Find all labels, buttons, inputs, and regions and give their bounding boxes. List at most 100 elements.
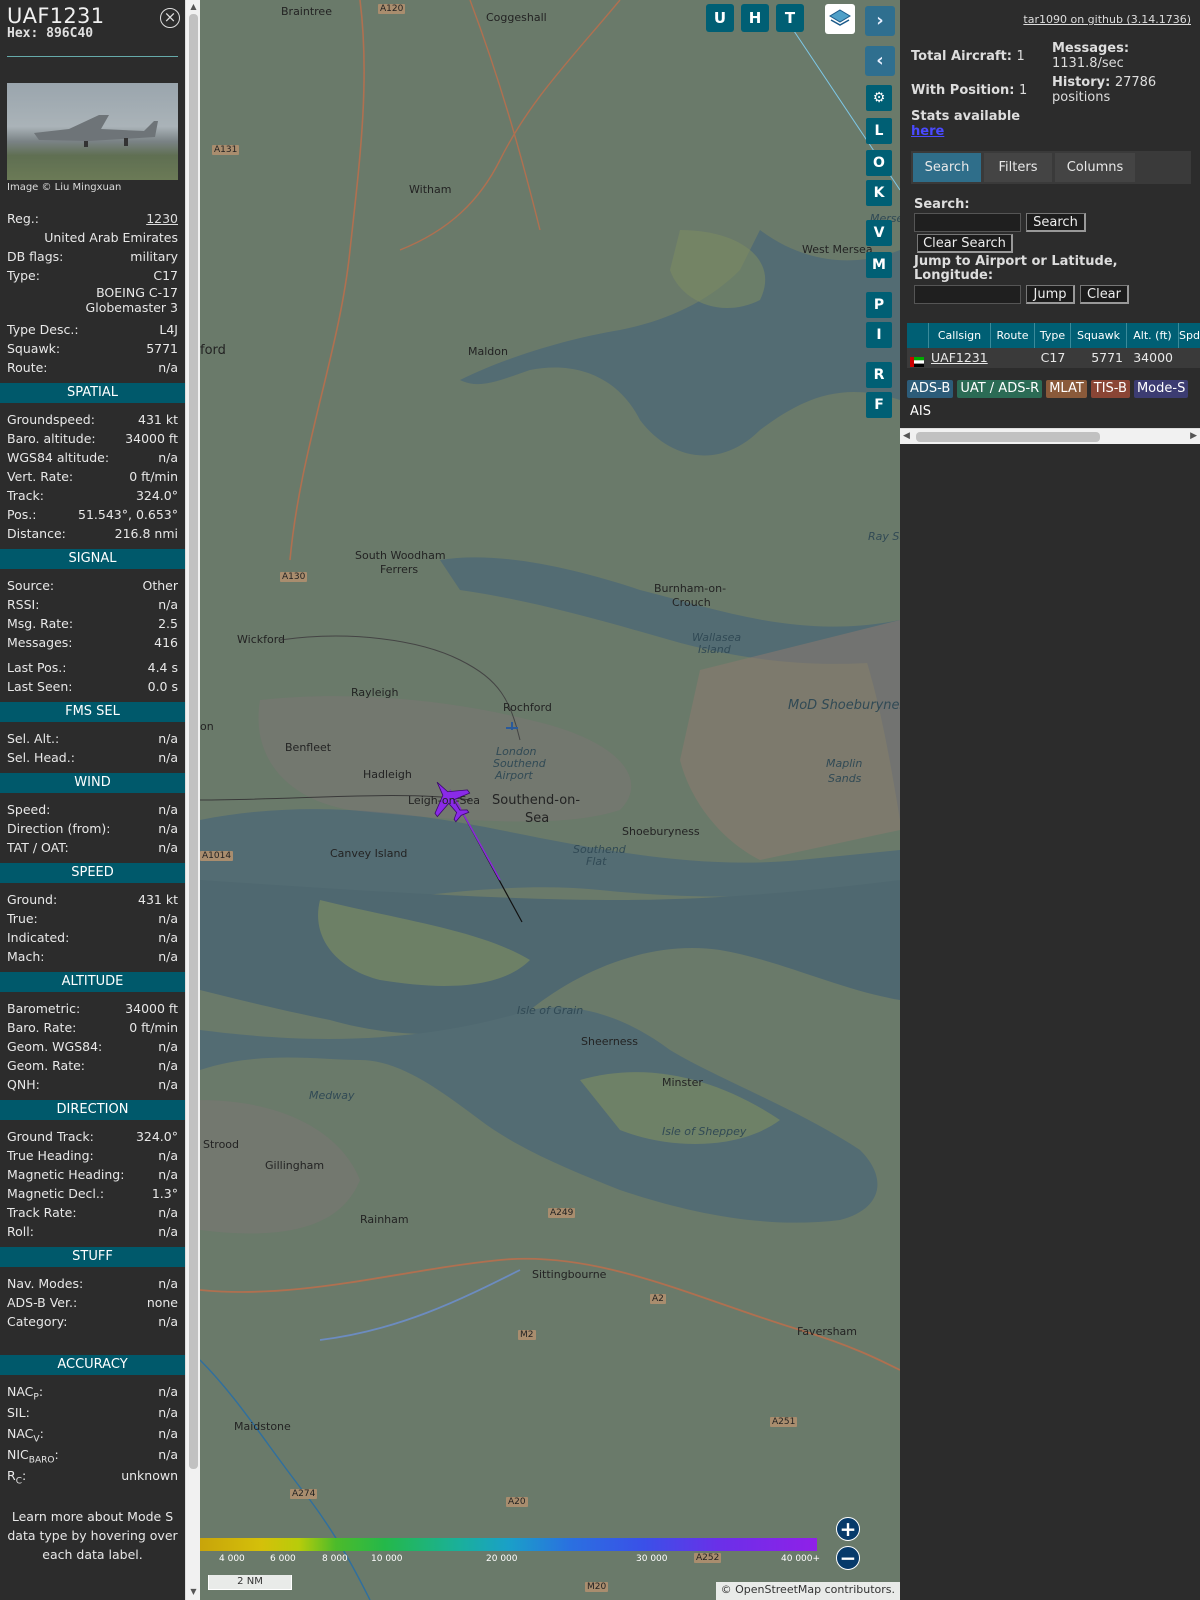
- close-icon[interactable]: ×: [160, 8, 180, 28]
- col-type[interactable]: Type: [1035, 323, 1071, 348]
- jump-button[interactable]: Jump: [1026, 285, 1075, 304]
- row-route: [991, 348, 1035, 368]
- map-button-h[interactable]: H: [741, 4, 769, 32]
- signal-value: n/a: [158, 597, 178, 612]
- fms-value: n/a: [158, 731, 178, 746]
- hscroll-thumb[interactable]: [916, 432, 1100, 442]
- source-tag: MLAT: [1046, 380, 1087, 398]
- legend-tick-label: 4 000: [219, 1554, 245, 1564]
- section-signal: SIGNAL: [0, 549, 185, 569]
- tab-columns[interactable]: Columns: [1055, 153, 1135, 182]
- map-button-v[interactable]: V: [866, 220, 892, 246]
- search-input[interactable]: [914, 213, 1021, 232]
- source-type-legend: ADS-B UAT / ADS-R MLAT TIS-B Mode-S AIS: [907, 380, 1197, 426]
- map-button-f[interactable]: F: [866, 392, 892, 418]
- map-button-i[interactable]: I: [866, 322, 892, 348]
- scroll-left-icon[interactable]: ◀: [903, 431, 910, 441]
- altitude-row: QNH: n/a: [0, 1075, 185, 1094]
- altitude-legend-ticks: 4 000 6 000 8 000 10 000 20 000 30 000 40 000+: [200, 1552, 840, 1566]
- spatial-label: Baro. altitude:: [7, 431, 96, 446]
- spatial-value: 431 kt: [138, 412, 178, 427]
- zoom-out-icon[interactable]: −: [836, 1546, 860, 1570]
- altitude-color-legend: [200, 1538, 817, 1551]
- map-button-k[interactable]: K: [866, 180, 892, 206]
- scroll-up-icon[interactable]: ▲: [188, 2, 199, 12]
- footnote: Learn more about Mode S data type by hov…: [7, 1509, 178, 1562]
- col-speed[interactable]: Spd: [1179, 323, 1200, 348]
- speed-value: n/a: [158, 930, 178, 945]
- nacv-value: n/a: [158, 1426, 178, 1441]
- direction-row: Magnetic Decl.: 1.3°: [0, 1184, 185, 1203]
- map-button-o[interactable]: O: [866, 150, 892, 176]
- spatial-row: Baro. altitude: 34000 ft: [0, 429, 185, 448]
- col-squawk[interactable]: Squawk: [1071, 323, 1127, 348]
- section-stuff: STUFF: [0, 1247, 185, 1267]
- altitude-label: Geom. Rate:: [7, 1058, 86, 1073]
- col-callsign[interactable]: Callsign: [929, 323, 991, 348]
- uae-flag-icon: [907, 348, 929, 368]
- aircraft-list-panel: tar1090 on github (3.14.1736) Total Airc…: [900, 0, 1200, 1600]
- map-button-p[interactable]: P: [866, 292, 892, 318]
- history-label: History:: [1052, 75, 1111, 90]
- chevron-right-icon[interactable]: ›: [865, 6, 895, 36]
- spatial-row: Vert. Rate: 0 ft/min: [0, 467, 185, 486]
- clear-search-button[interactable]: Clear Search: [917, 234, 1013, 253]
- map-label: Sheerness: [581, 1035, 639, 1048]
- scrollbar-thumb[interactable]: [189, 14, 198, 1469]
- spatial-label: Track:: [7, 488, 44, 503]
- map-button-r[interactable]: R: [866, 362, 892, 388]
- stuff-value: none: [146, 1295, 178, 1310]
- map-label: Hadleigh: [363, 768, 412, 781]
- row-callsign[interactable]: UAF1231: [929, 348, 991, 368]
- fms-value: n/a: [158, 750, 178, 765]
- map-button-u[interactable]: U: [706, 4, 734, 32]
- settings-gear-icon[interactable]: ⚙: [866, 85, 892, 111]
- speed-label: Indicated:: [7, 930, 70, 945]
- signal-label: Msg. Rate:: [7, 616, 74, 631]
- jump-input[interactable]: [914, 285, 1021, 304]
- nacv-label: NACV:: [7, 1426, 44, 1445]
- direction-row: Ground Track: 324.0°: [0, 1127, 185, 1146]
- sil-value: n/a: [158, 1405, 178, 1420]
- direction-row: Roll: n/a: [0, 1222, 185, 1241]
- table-row[interactable]: UAF1231 C17 5771 34000: [907, 348, 1200, 368]
- wind-value: n/a: [158, 821, 178, 836]
- zoom-in-icon[interactable]: +: [836, 1517, 860, 1541]
- map-label: Strood: [203, 1138, 240, 1151]
- rc-row: RC: unknown: [0, 1466, 185, 1487]
- github-link[interactable]: tar1090 on github (3.14.1736): [1023, 13, 1191, 26]
- reg-link[interactable]: 1230: [146, 211, 178, 226]
- jump-label: Jump to Airport or Latitude, Longitude:: [914, 254, 1118, 283]
- wind-row: TAT / OAT: n/a: [0, 838, 185, 857]
- altitude-value: n/a: [158, 1039, 178, 1054]
- map-button-t[interactable]: T: [776, 4, 804, 32]
- wind-group: Speed: n/a Direction (from): n/a TAT / OAT: n…: [0, 800, 185, 857]
- nic-row: NICBARO: n/a: [0, 1445, 185, 1466]
- stats-link[interactable]: here: [911, 124, 944, 139]
- map-label: Sittingbourne: [532, 1268, 607, 1281]
- col-route[interactable]: Route: [991, 323, 1035, 348]
- map-button-l[interactable]: L: [866, 118, 892, 144]
- clear-button[interactable]: Clear: [1080, 285, 1129, 304]
- map-view[interactable]: Braintree Coggeshall Witham ford Maldon West …: [200, 0, 900, 1600]
- aircraft-photo[interactable]: [7, 83, 178, 180]
- scroll-down-icon[interactable]: ▼: [188, 1587, 199, 1597]
- map-label: Flat: [586, 855, 607, 868]
- chevron-left-icon[interactable]: ‹: [865, 46, 895, 76]
- table-horizontal-scrollbar[interactable]: ◀ ▶: [900, 428, 1200, 444]
- spatial-label: Distance:: [7, 526, 66, 541]
- spatial-value: 0 ft/min: [129, 469, 178, 484]
- map-button-m[interactable]: M: [866, 252, 892, 278]
- direction-value: 324.0°: [135, 1129, 178, 1144]
- layers-icon[interactable]: [825, 4, 855, 34]
- tab-search[interactable]: Search: [913, 153, 981, 182]
- spatial-value: 216.8 nmi: [114, 526, 178, 541]
- col-altitude[interactable]: Alt. (ft): [1127, 323, 1179, 348]
- map-label: Sands: [828, 772, 862, 785]
- altitude-row: Barometric: 34000 ft: [0, 999, 185, 1018]
- search-button[interactable]: Search: [1026, 213, 1086, 232]
- tab-filters[interactable]: Filters: [984, 153, 1052, 182]
- scroll-right-icon[interactable]: ▶: [1190, 431, 1197, 441]
- sidebar-scrollbar[interactable]: ▲ ▼: [185, 0, 200, 1600]
- messages-stat: Messages: 1131.8/sec: [1052, 41, 1192, 71]
